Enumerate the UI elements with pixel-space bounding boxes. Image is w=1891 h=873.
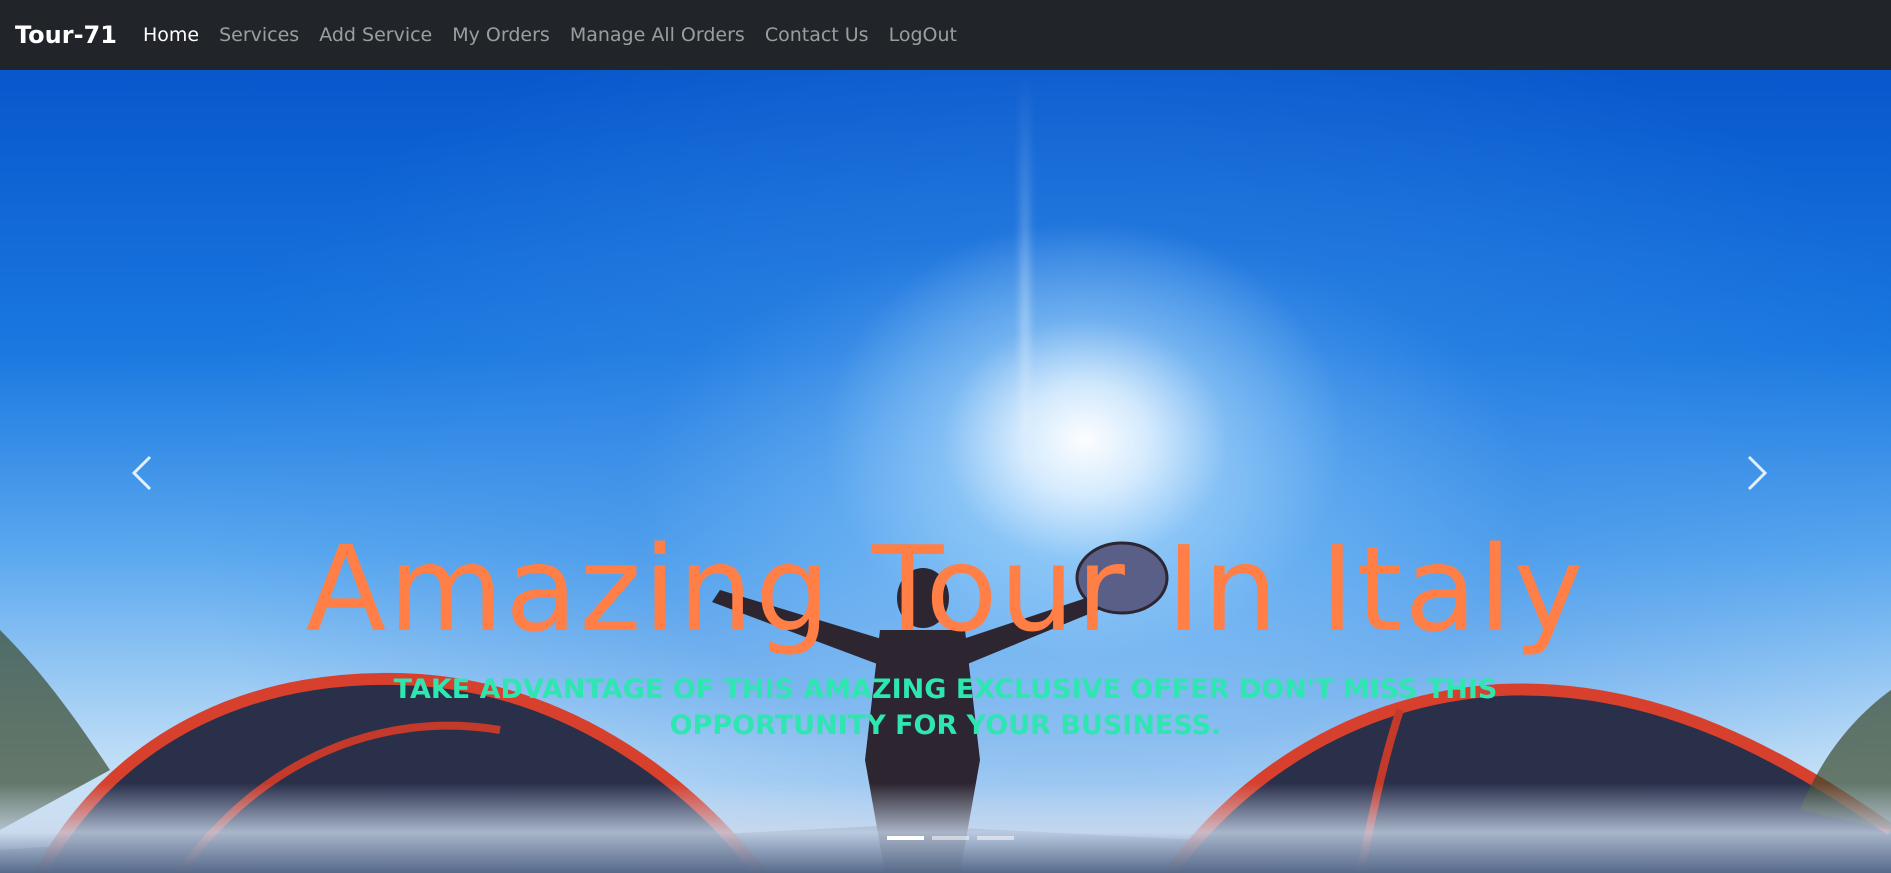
nav-links: Home Services Add Service My Orders Mana… <box>133 24 967 46</box>
carousel-next-button[interactable] <box>1727 443 1787 503</box>
horizon-haze <box>0 783 1891 873</box>
nav-link-manage-all-orders[interactable]: Manage All Orders <box>560 24 755 46</box>
hero-scene <box>0 541 1891 873</box>
nav-link-services[interactable]: Services <box>209 24 309 46</box>
carousel-prev-button[interactable] <box>112 443 172 503</box>
carousel-indicator-2[interactable] <box>932 836 969 840</box>
nav-link-add-service[interactable]: Add Service <box>309 24 442 46</box>
chevron-left-icon <box>131 455 152 491</box>
carousel-caption: Amazing Tour In Italy TAKE ADVANTAGE OF … <box>0 530 1891 744</box>
navbar: Tour-71 Home Services Add Service My Ord… <box>0 0 1891 70</box>
carousel-title: Amazing Tour In Italy <box>305 520 1586 658</box>
carousel-indicator-1[interactable] <box>887 836 924 840</box>
nav-link-my-orders[interactable]: My Orders <box>442 24 560 46</box>
carousel-indicators <box>887 836 1014 840</box>
brand-logo[interactable]: Tour-71 <box>15 21 117 49</box>
nav-link-home[interactable]: Home <box>133 24 209 46</box>
nav-link-logout[interactable]: LogOut <box>879 24 967 46</box>
carousel-indicator-3[interactable] <box>977 836 1014 840</box>
carousel-text: TAKE ADVANTAGE OF THIS AMAZING EXCLUSIVE… <box>393 674 1498 741</box>
chevron-right-icon <box>1747 455 1768 491</box>
hero-carousel <box>0 70 1891 873</box>
nav-link-contact-us[interactable]: Contact Us <box>755 24 879 46</box>
